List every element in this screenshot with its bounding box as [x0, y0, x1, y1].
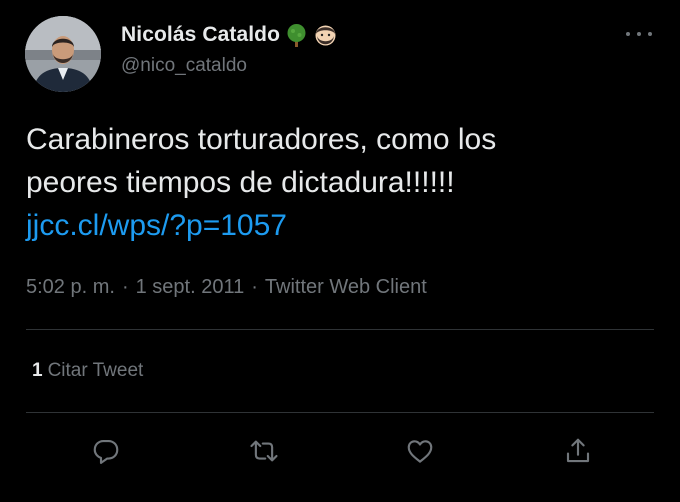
dot: [626, 32, 630, 36]
share-icon[interactable]: [561, 434, 595, 468]
display-name[interactable]: Nicolás Cataldo: [121, 23, 280, 47]
retweet-icon[interactable]: [247, 434, 281, 468]
tweet-link[interactable]: jjcc.cl/wps/?p=1057: [26, 209, 287, 242]
tweet-text: Carabineros torturadores, como los peore…: [26, 118, 646, 247]
divider: [26, 329, 654, 330]
like-icon[interactable]: [403, 434, 437, 468]
tree-emoji-icon: [284, 23, 309, 48]
quote-label: Citar Tweet: [47, 360, 144, 381]
tweet-text-line: peores tiempos de dictadura!!!!!!: [26, 166, 455, 199]
tweet-time[interactable]: 5:02 p. m.: [26, 276, 115, 298]
quote-count: 1: [32, 360, 43, 381]
divider: [26, 412, 654, 413]
avatar[interactable]: [25, 16, 101, 92]
tweet-actions: [0, 434, 680, 468]
user-handle[interactable]: @nico_cataldo: [121, 55, 247, 77]
author-row: Nicolás Cataldo: [121, 20, 338, 50]
more-options-icon[interactable]: [626, 26, 652, 42]
meta-separator: ·: [251, 276, 258, 298]
tweet-date[interactable]: 1 sept. 2011: [136, 276, 245, 298]
tweet-metadata: 5:02 p. m. · 1 sept. 2011 · Twitter Web Clie…: [26, 276, 427, 299]
dot: [637, 32, 641, 36]
tweet-text-line: Carabineros torturadores, como los: [26, 123, 497, 156]
quote-tweets-link[interactable]: 1 Citar Tweet: [32, 360, 143, 382]
dot: [648, 32, 652, 36]
reply-icon[interactable]: [89, 434, 123, 468]
man-with-beard-emoji-icon: [313, 23, 338, 48]
tweet-source[interactable]: Twitter Web Client: [265, 276, 427, 298]
meta-separator: ·: [121, 276, 129, 298]
